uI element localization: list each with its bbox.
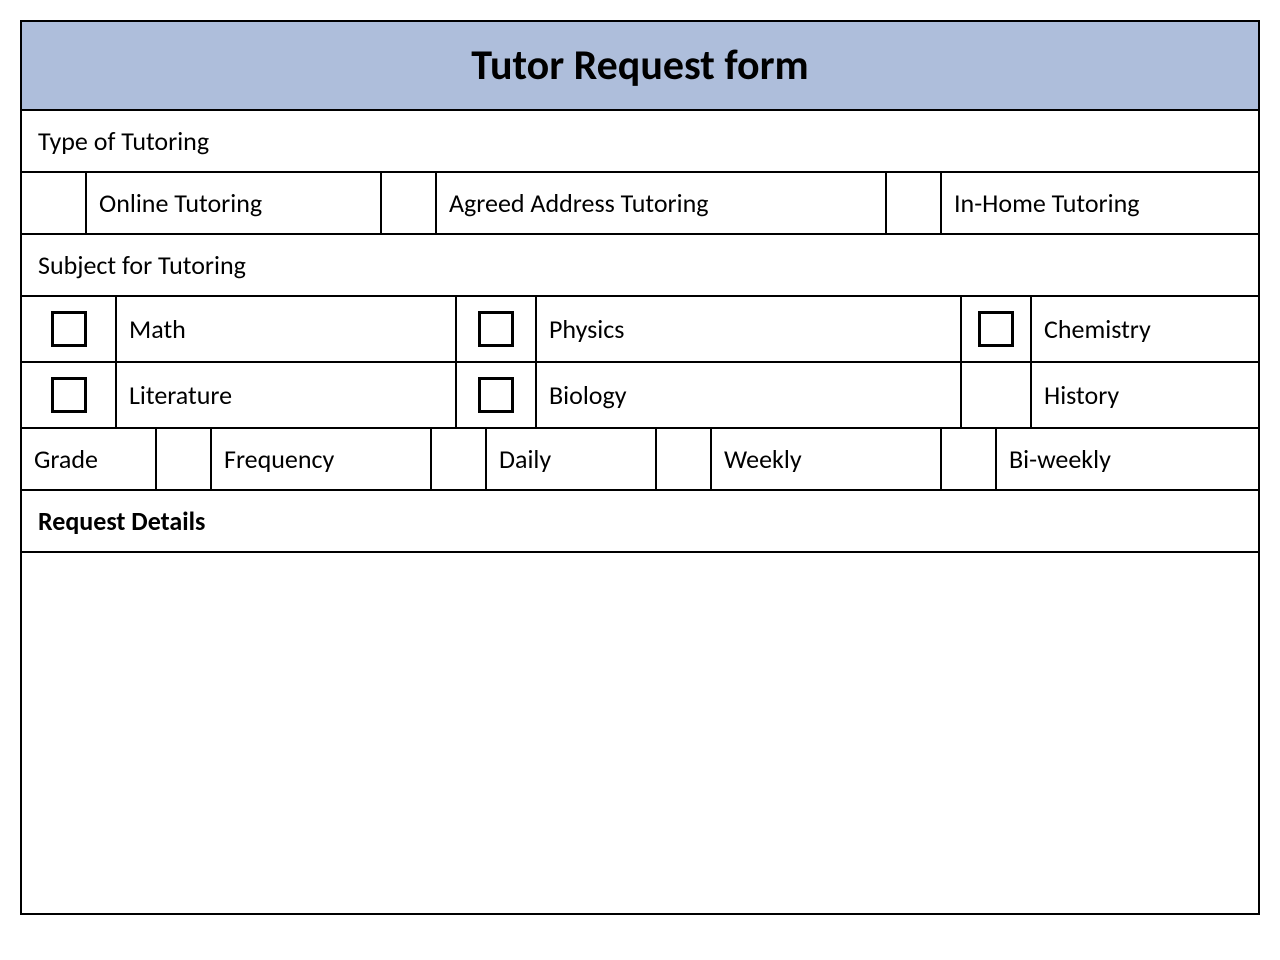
subject-physics-label: Physics [537, 297, 962, 361]
checkbox-icon [51, 377, 87, 413]
checkbox-icon [478, 311, 514, 347]
subject-row-1: Math Physics Chemistry [22, 297, 1258, 363]
grade-label: Grade [22, 429, 157, 489]
type-online-label: Online Tutoring [87, 173, 382, 233]
checkbox-icon [978, 311, 1014, 347]
subject-biology-checkbox-cell[interactable] [457, 363, 537, 427]
grade-frequency-row: Grade Frequency Daily Weekly Bi-weekly [22, 429, 1258, 491]
request-details-label: Request Details [22, 491, 1258, 553]
grade-input-cell[interactable] [157, 429, 212, 489]
frequency-daily-checkbox-cell[interactable] [432, 429, 487, 489]
type-agreed-checkbox-cell[interactable] [382, 173, 437, 233]
subject-physics-checkbox-cell[interactable] [457, 297, 537, 361]
frequency-biweekly-checkbox-cell[interactable] [942, 429, 997, 489]
type-online-checkbox-cell[interactable] [22, 173, 87, 233]
type-agreed-label: Agreed Address Tutoring [437, 173, 887, 233]
subject-math-label: Math [117, 297, 457, 361]
frequency-daily-label: Daily [487, 429, 657, 489]
type-inhome-label: In-Home Tutoring [942, 173, 1258, 233]
form-header: Tutor Request form [22, 22, 1258, 111]
subject-literature-label: Literature [117, 363, 457, 427]
subject-chemistry-label: Chemistry [1032, 297, 1258, 361]
checkbox-icon [478, 377, 514, 413]
checkbox-icon [51, 311, 87, 347]
form-title: Tutor Request form [22, 40, 1258, 91]
subject-chemistry-checkbox-cell[interactable] [962, 297, 1032, 361]
type-of-tutoring-row: Online Tutoring Agreed Address Tutoring … [22, 173, 1258, 235]
form-container: Tutor Request form Type of Tutoring Onli… [20, 20, 1260, 915]
subject-label: Subject for Tutoring [22, 235, 1258, 297]
frequency-weekly-checkbox-cell[interactable] [657, 429, 712, 489]
request-details-textarea[interactable] [22, 553, 1258, 913]
frequency-biweekly-label: Bi-weekly [997, 429, 1258, 489]
subject-biology-label: Biology [537, 363, 962, 427]
subject-history-checkbox-cell[interactable] [962, 363, 1032, 427]
type-inhome-checkbox-cell[interactable] [887, 173, 942, 233]
frequency-weekly-label: Weekly [712, 429, 942, 489]
subject-row-2: Literature Biology History [22, 363, 1258, 429]
subject-literature-checkbox-cell[interactable] [22, 363, 117, 427]
type-of-tutoring-label: Type of Tutoring [22, 111, 1258, 173]
subject-history-label: History [1032, 363, 1258, 427]
subject-math-checkbox-cell[interactable] [22, 297, 117, 361]
frequency-label: Frequency [212, 429, 432, 489]
